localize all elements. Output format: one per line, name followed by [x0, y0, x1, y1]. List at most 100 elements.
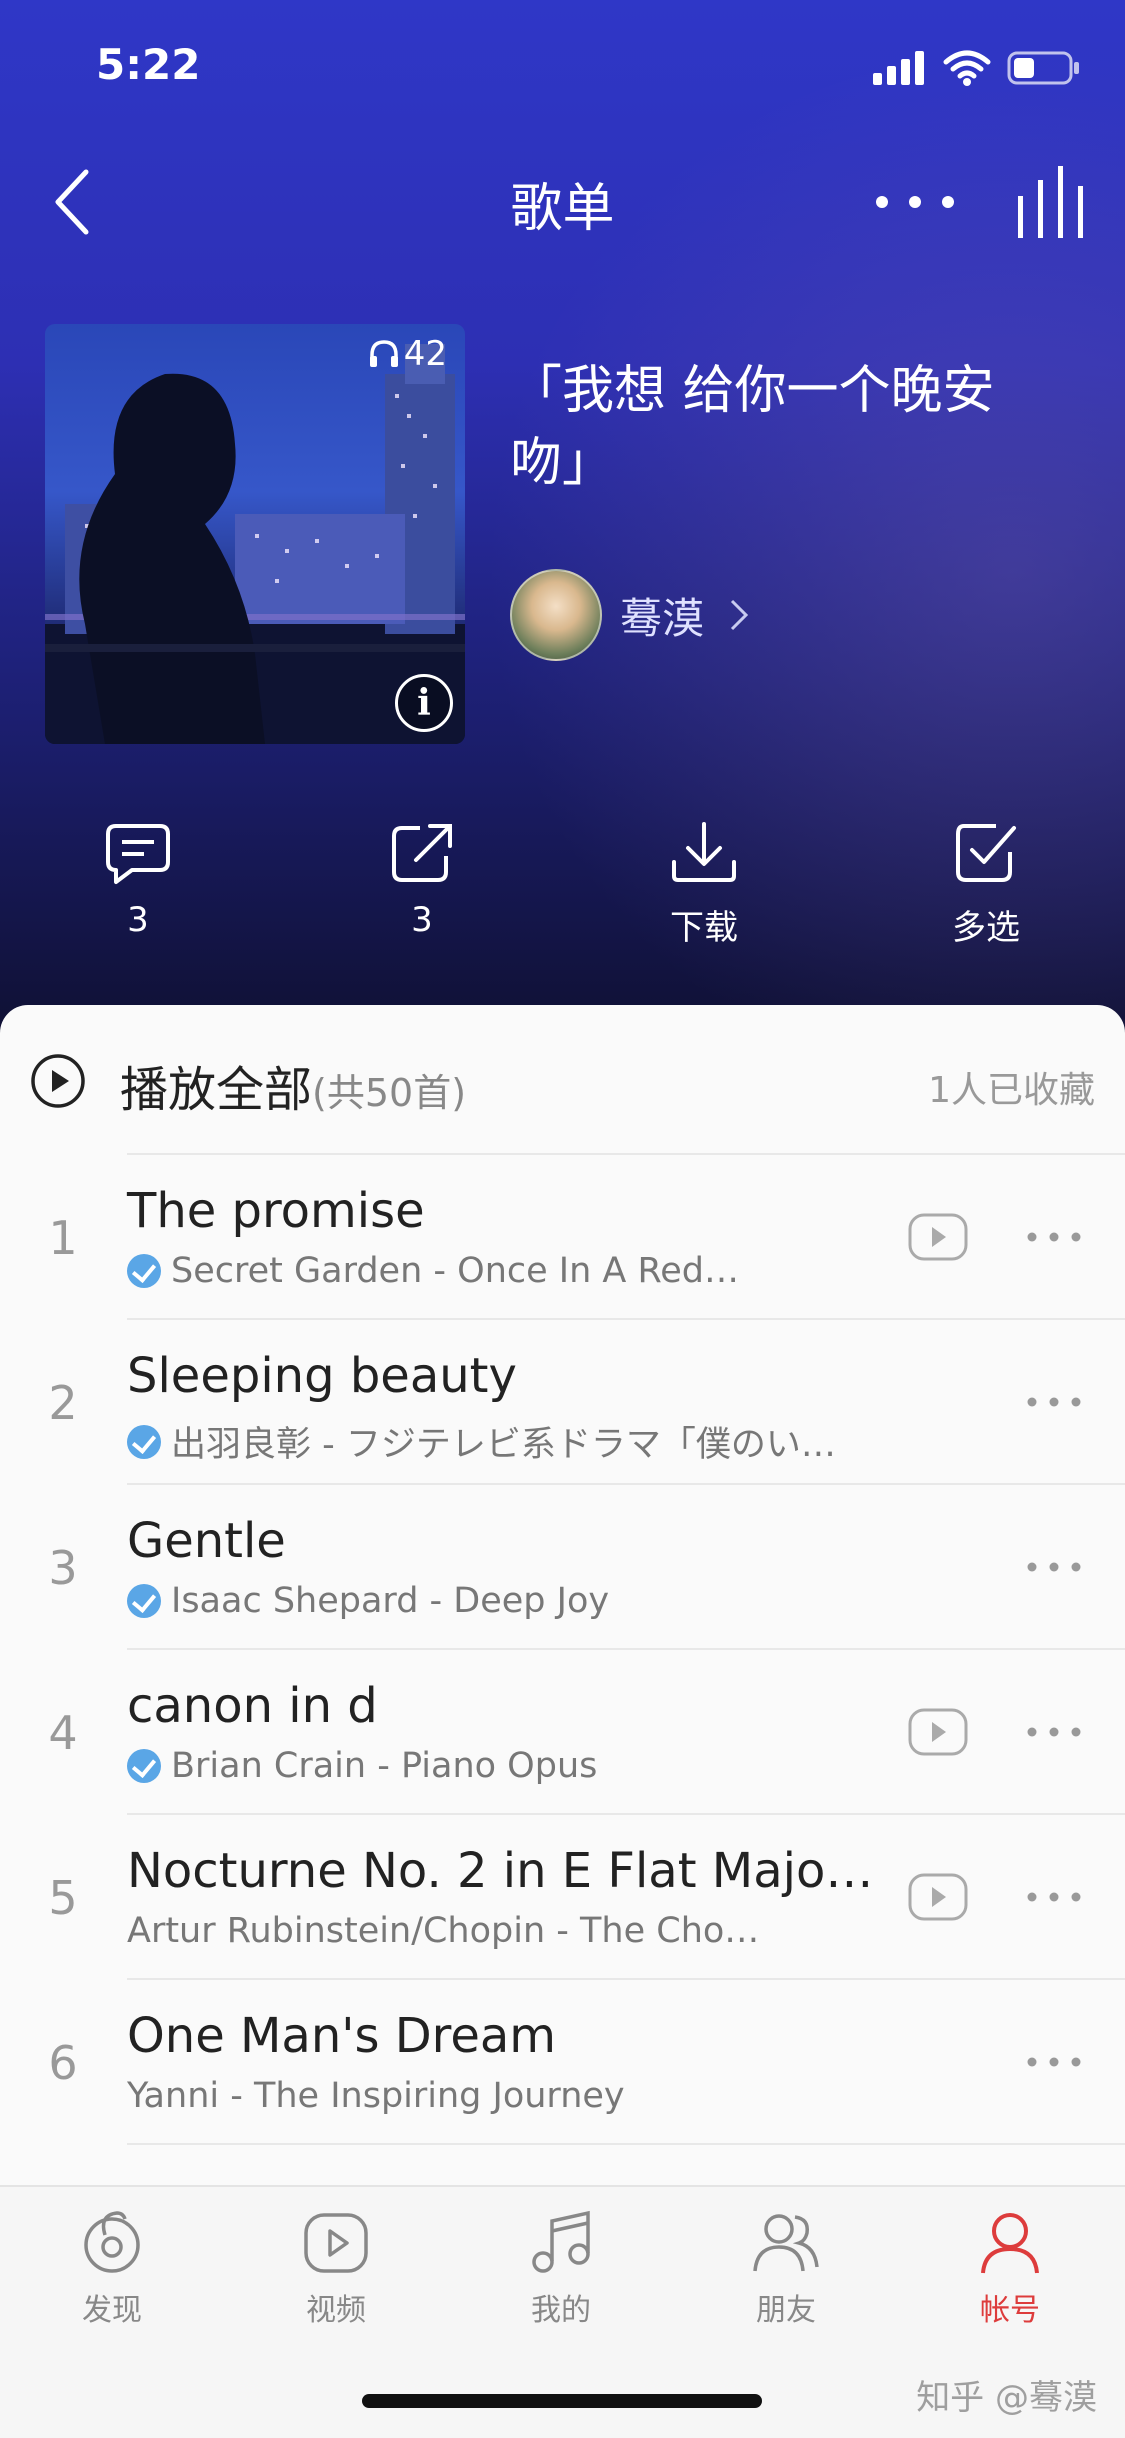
track-number: 4 — [48, 1706, 78, 1760]
comment-button[interactable]: 3 — [58, 820, 218, 940]
discover-icon — [84, 2211, 140, 2273]
collect-count: 1人已收藏 — [928, 1070, 1095, 1111]
artist-album: Artur Rubinstein/Chopin - The Cho… — [127, 1911, 760, 1951]
creator-link[interactable]: 蓦漠 — [510, 569, 752, 661]
artist-album: 出羽良彰 - フジテレビ系ドラマ「僕のい… — [171, 1425, 836, 1465]
status-time: 5:22 — [96, 40, 201, 89]
music-note-icon — [532, 2210, 590, 2273]
list-item[interactable]: 6 One Man's Dream Yanni - The Inspiring Jo… — [0, 1980, 1125, 2145]
play-count-value: 42 — [403, 334, 447, 374]
verified-icon — [127, 1749, 161, 1783]
tab-mine[interactable]: 我的 — [471, 2207, 651, 2329]
song-title: The promise — [127, 1183, 425, 1239]
divider — [127, 2143, 1125, 2145]
tab-video-label: 视频 — [306, 2293, 366, 2328]
track-number: 3 — [48, 1541, 78, 1595]
comment-icon — [106, 824, 170, 884]
share-button[interactable]: 3 — [342, 820, 502, 940]
headphones-icon — [369, 340, 398, 367]
more-options-icon[interactable] — [1025, 1722, 1083, 1742]
home-indicator[interactable] — [362, 2394, 762, 2408]
song-title: Nocturne No. 2 in E Flat Majo… — [127, 1843, 874, 1899]
playlist-title: 「我想 给你一个晚安吻」 — [510, 361, 995, 493]
verified-icon — [127, 1584, 161, 1618]
watermark: 知乎 @蓦漠 — [916, 2378, 1097, 2418]
play-count: 42 — [368, 334, 447, 374]
share-count: 3 — [411, 900, 433, 940]
tab-friends-label: 朋友 — [756, 2293, 816, 2328]
status-icons — [873, 48, 1081, 88]
list-item[interactable]: 3 Gentle Isaac Shepard - Deep Joy — [0, 1485, 1125, 1650]
track-number: 6 — [48, 2036, 78, 2090]
song-subtitle: Secret Garden - Once In A Red… — [127, 1251, 739, 1291]
track-number: 5 — [48, 1871, 78, 1925]
mv-play-icon[interactable] — [908, 1213, 968, 1261]
nav-bar: 歌单 — [0, 150, 1125, 250]
tab-account[interactable]: 帐号 — [920, 2207, 1100, 2329]
list-item[interactable]: 4 canon in d Brian Crain - Piano Opus — [0, 1650, 1125, 1815]
more-options-icon[interactable] — [1025, 1557, 1083, 1577]
info-icon[interactable]: i — [395, 674, 453, 732]
wifi-icon — [943, 50, 991, 86]
song-subtitle: Yanni - The Inspiring Journey — [127, 2076, 625, 2116]
multi-select-button[interactable]: 多选 — [906, 820, 1066, 949]
tab-friends[interactable]: 朋友 — [696, 2207, 876, 2329]
play-all-label: 播放全部(共50首) — [120, 1050, 466, 1120]
verified-icon — [127, 1424, 161, 1459]
artist-album: Yanni - The Inspiring Journey — [127, 2076, 625, 2116]
list-item[interactable]: 1 The promise Secret Garden - Once In A Re… — [0, 1155, 1125, 1320]
share-icon — [392, 824, 452, 882]
tab-video[interactable]: 视频 — [246, 2207, 426, 2329]
now-playing-icon[interactable] — [1010, 162, 1100, 242]
account-icon — [981, 2213, 1039, 2274]
song-subtitle: Artur Rubinstein/Chopin - The Cho… — [127, 1911, 759, 1951]
play-all-row[interactable]: 播放全部(共50首) 1人已收藏 — [0, 1005, 1125, 1155]
play-circle-icon[interactable] — [30, 1053, 86, 1109]
tab-discover[interactable]: 发现 — [22, 2207, 202, 2329]
more-options-icon[interactable] — [1025, 1227, 1083, 1247]
mv-play-icon[interactable] — [908, 1708, 968, 1756]
tab-discover-label: 发现 — [82, 2293, 142, 2328]
artist-album: Brian Crain - Piano Opus — [171, 1746, 598, 1786]
creator-name: 蓦漠 — [620, 593, 705, 643]
battery-icon — [1007, 51, 1079, 85]
more-options-icon[interactable] — [1025, 1392, 1083, 1412]
tab-account-label: 帐号 — [980, 2293, 1040, 2328]
action-bar: 3 3 下载 多选 — [0, 820, 1125, 970]
download-label: 下载 — [670, 908, 738, 948]
download-icon — [672, 822, 736, 882]
more-options-icon[interactable] — [1025, 1887, 1083, 1907]
song-subtitle: Brian Crain - Piano Opus — [127, 1746, 597, 1786]
more-icon[interactable] — [870, 172, 960, 232]
song-count: (共50首) — [312, 1071, 467, 1115]
verified-icon — [127, 1254, 161, 1288]
video-icon — [304, 2213, 368, 2273]
list-item[interactable]: 5 Nocturne No. 2 in E Flat Majo… Artur Rub… — [0, 1815, 1125, 1980]
song-title: canon in d — [127, 1678, 378, 1734]
friends-icon — [753, 2214, 819, 2272]
song-title: One Man's Dream — [127, 2008, 557, 2064]
status-bar: 5:22 — [0, 0, 1125, 130]
artist-album: Isaac Shepard - Deep Joy — [171, 1581, 610, 1621]
play-all-text: 播放全部 — [120, 1062, 313, 1118]
list-item[interactable]: 2 Sleeping beauty 出羽良彰 - フジテレビ系ドラマ「僕のい… — [0, 1320, 1125, 1485]
multi-select-icon — [956, 824, 1016, 882]
tab-mine-label: 我的 — [531, 2293, 591, 2328]
song-title: Gentle — [127, 1513, 286, 1569]
avatar — [510, 569, 602, 661]
song-subtitle: 出羽良彰 - フジテレビ系ドラマ「僕のい… — [127, 1416, 836, 1467]
artist-album: Secret Garden - Once In A Red… — [171, 1251, 739, 1291]
download-button[interactable]: 下载 — [624, 820, 784, 949]
song-title: Sleeping beauty — [127, 1348, 517, 1404]
track-number: 2 — [48, 1376, 78, 1430]
playlist-cover[interactable]: 42 i — [45, 324, 465, 744]
cover-image — [45, 344, 465, 744]
chevron-right-icon — [730, 599, 749, 631]
comment-count: 3 — [127, 900, 149, 940]
mv-play-icon[interactable] — [908, 1873, 968, 1921]
song-subtitle: Isaac Shepard - Deep Joy — [127, 1581, 609, 1621]
signal-icon — [873, 51, 924, 85]
track-number: 1 — [48, 1211, 78, 1265]
multi-select-label: 多选 — [952, 908, 1020, 948]
more-options-icon[interactable] — [1025, 2052, 1083, 2072]
